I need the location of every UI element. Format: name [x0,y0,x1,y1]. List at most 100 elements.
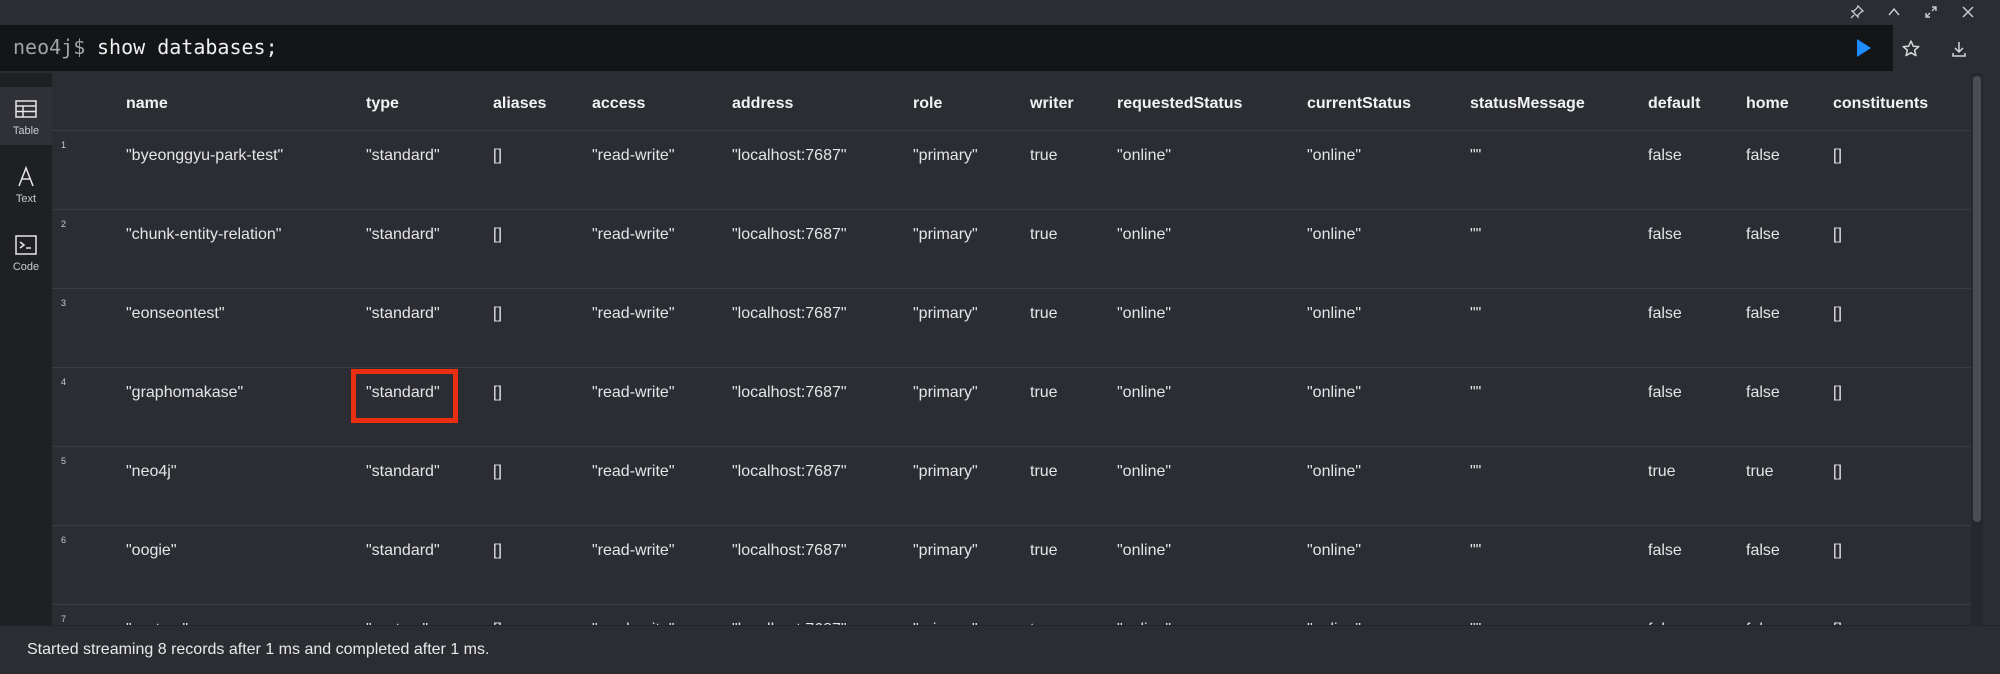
cell-requested-status[interactable]: "online" [1117,305,1171,323]
cell-role[interactable]: "primary" [913,384,978,402]
cell-status-message[interactable]: "" [1470,147,1481,165]
download-button[interactable] [1947,37,1971,61]
column-header-access[interactable]: access [592,95,645,113]
cell-type[interactable]: "standard" [366,542,440,560]
cell-home[interactable]: false [1746,226,1780,244]
cell-writer[interactable]: true [1030,384,1058,402]
collapse-icon[interactable] [1881,2,1907,22]
column-header-role[interactable]: role [913,95,942,113]
close-icon[interactable] [1955,2,1981,22]
cell-constituents[interactable]: [] [1833,305,1842,323]
table-row[interactable]: 2 "chunk-entity-relation" "standard" [] "rea… [52,209,1971,288]
cell-constituents[interactable]: [] [1833,542,1842,560]
column-header-home[interactable]: home [1746,95,1789,113]
cell-role[interactable]: "primary" [913,542,978,560]
column-header-type[interactable]: type [366,95,399,113]
cell-aliases[interactable]: [] [493,463,502,481]
cell-address[interactable]: "localhost:7687" [732,542,847,560]
cell-current-status[interactable]: "online" [1307,384,1361,402]
view-text-tab[interactable]: Text [0,155,52,213]
cell-type[interactable]: "standard" [366,463,440,481]
column-header-aliases[interactable]: aliases [493,95,546,113]
cell-status-message[interactable]: "" [1470,463,1481,481]
cell-status-message[interactable]: "" [1470,226,1481,244]
cell-current-status[interactable]: "online" [1307,542,1361,560]
cell-type[interactable]: "standard" [366,305,440,323]
cell-requested-status[interactable]: "online" [1117,226,1171,244]
view-table-tab[interactable]: Table [0,87,52,145]
cell-address[interactable]: "localhost:7687" [732,147,847,165]
cell-requested-status[interactable]: "online" [1117,542,1171,560]
fullscreen-icon[interactable] [1918,2,1944,22]
cell-access[interactable]: "read-write" [592,147,675,165]
pin-icon[interactable] [1844,2,1870,22]
cell-access[interactable]: "read-write" [592,305,675,323]
cell-role[interactable]: "primary" [913,305,978,323]
cell-status-message[interactable]: "" [1470,305,1481,323]
cell-role[interactable]: "primary" [913,147,978,165]
cell-constituents[interactable]: [] [1833,384,1842,402]
cell-access[interactable]: "read-write" [592,542,675,560]
cell-aliases[interactable]: [] [493,384,502,402]
cell-role[interactable]: "primary" [913,226,978,244]
column-header-address[interactable]: address [732,95,793,113]
cell-writer[interactable]: true [1030,305,1058,323]
query-input[interactable]: show databases; [97,35,278,59]
cell-name[interactable]: "byeonggyu-park-test" [126,147,283,165]
cell-current-status[interactable]: "online" [1307,463,1361,481]
cell-writer[interactable]: true [1030,463,1058,481]
table-row[interactable]: 6 "oogie" "standard" [] "read-write" "localho… [52,525,1971,604]
column-header-constituents[interactable]: constituents [1833,95,1928,113]
cell-aliases[interactable]: [] [493,226,502,244]
cell-address[interactable]: "localhost:7687" [732,463,847,481]
cell-home[interactable]: true [1746,463,1774,481]
cell-constituents[interactable]: [] [1833,226,1842,244]
cell-writer[interactable]: true [1030,147,1058,165]
view-code-tab[interactable]: Code [0,223,52,281]
query-editor[interactable]: neo4j$ show databases; [0,25,1893,71]
column-header-writer[interactable]: writer [1030,95,1074,113]
cell-name[interactable]: "eonseontest" [126,305,225,323]
cell-home[interactable]: false [1746,305,1780,323]
scrollbar-thumb[interactable] [1973,76,1981,522]
cell-default[interactable]: false [1648,147,1682,165]
table-row[interactable]: 7"system""system"[]"read-write""localhos… [52,604,1971,625]
cell-requested-status[interactable]: "online" [1117,463,1171,481]
cell-type[interactable]: "standard" [366,226,440,244]
cell-current-status[interactable]: "online" [1307,226,1361,244]
cell-home[interactable]: false [1746,542,1780,560]
cell-default[interactable]: false [1648,384,1682,402]
column-header-default[interactable]: default [1648,95,1700,113]
cell-writer[interactable]: true [1030,542,1058,560]
cell-type[interactable]: "standard" [366,147,440,165]
cell-requested-status[interactable]: "online" [1117,384,1171,402]
cell-home[interactable]: false [1746,147,1780,165]
table-row[interactable]: 4 "graphomakase" "standard"[] "read-write" "… [52,367,1971,446]
cell-name[interactable]: "neo4j" [126,463,177,481]
cell-address[interactable]: "localhost:7687" [732,305,847,323]
cell-default[interactable]: false [1648,226,1682,244]
cell-address[interactable]: "localhost:7687" [732,226,847,244]
cell-status-message[interactable]: "" [1470,384,1481,402]
table-row[interactable]: 3 "eonseontest" "standard" [] "read-write" "l… [52,288,1971,367]
column-header-current-status[interactable]: currentStatus [1307,95,1411,113]
cell-default[interactable]: false [1648,542,1682,560]
cell-current-status[interactable]: "online" [1307,305,1361,323]
table-row[interactable]: 5 "neo4j" "standard" [] "read-write" "localho… [52,446,1971,525]
cell-aliases[interactable]: [] [493,147,502,165]
cell-aliases[interactable]: [] [493,305,502,323]
cell-access[interactable]: "read-write" [592,226,675,244]
cell-requested-status[interactable]: "online" [1117,147,1171,165]
favorite-button[interactable] [1899,37,1923,61]
cell-default[interactable]: false [1648,305,1682,323]
cell-constituents[interactable]: [] [1833,463,1842,481]
cell-status-message[interactable]: "" [1470,542,1481,560]
cell-name[interactable]: "graphomakase" [126,384,243,402]
cell-current-status[interactable]: "online" [1307,147,1361,165]
column-header-status-message[interactable]: statusMessage [1470,95,1585,113]
cell-role[interactable]: "primary" [913,463,978,481]
column-header-name[interactable]: name [126,95,168,113]
cell-writer[interactable]: true [1030,226,1058,244]
run-query-button[interactable] [1852,37,1874,59]
cell-address[interactable]: "localhost:7687" [732,384,847,402]
